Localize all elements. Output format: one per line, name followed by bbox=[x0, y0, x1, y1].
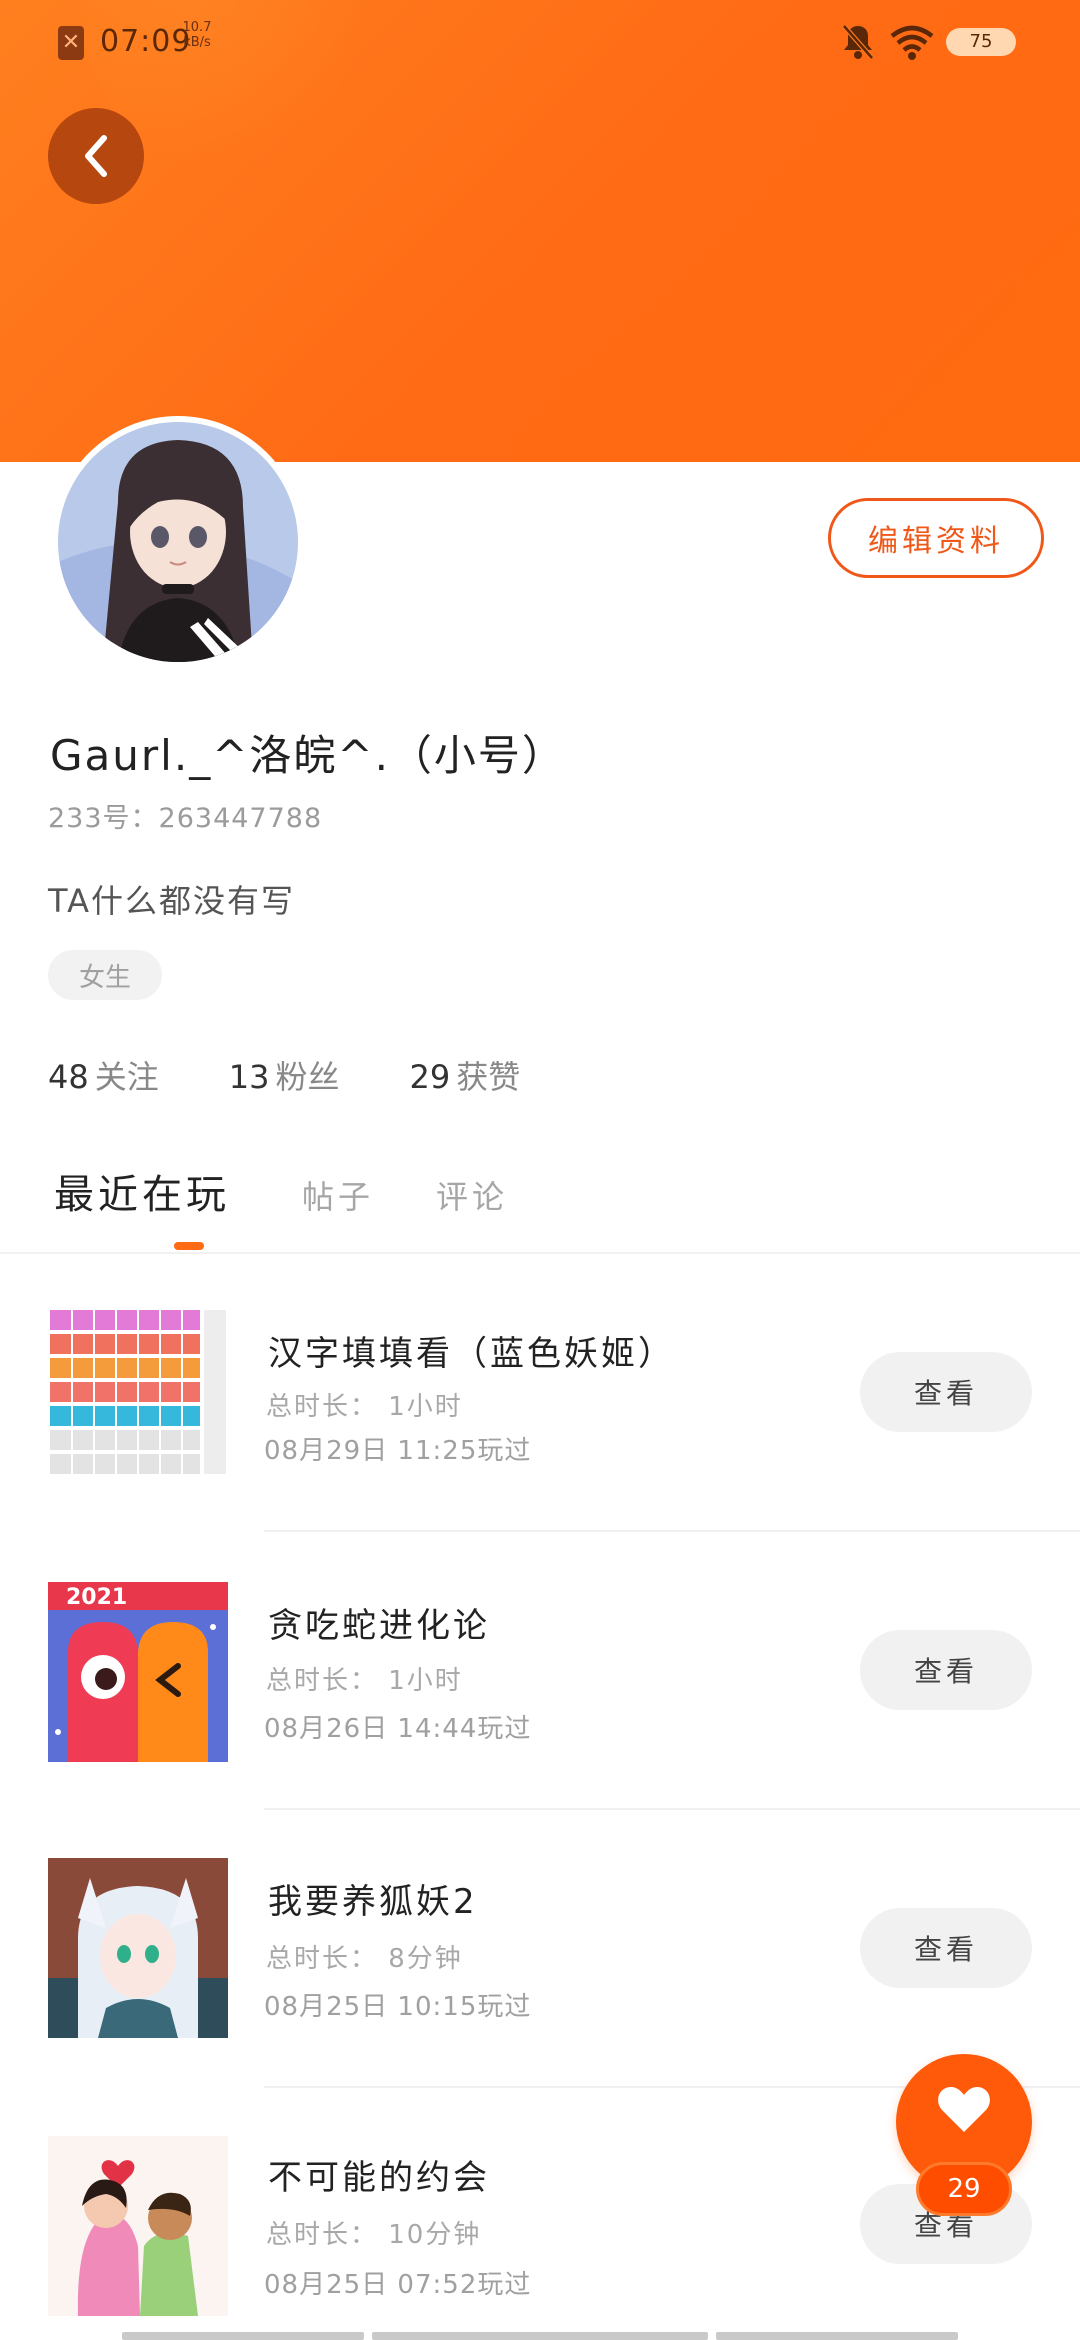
profile-tabs: 最近在玩 帖子 评论 bbox=[48, 1162, 1080, 1252]
game-last-played: 08月25日 10:15玩过 bbox=[264, 1992, 532, 2022]
game-last-played: 08月25日 07:52玩过 bbox=[264, 2270, 532, 2300]
network-speed-unit: kB/s bbox=[183, 35, 211, 50]
followers-label: 粉丝 bbox=[275, 1058, 340, 1096]
game-thumbnail bbox=[48, 1306, 228, 1486]
likes-stat[interactable]: 29 获赞 bbox=[409, 1052, 520, 1098]
wifi-icon bbox=[890, 25, 934, 60]
game-duration: 总时长： 1小时 bbox=[266, 1392, 463, 1422]
status-bar: ✕ 07:09 10.7 kB/s 75 bbox=[0, 0, 1080, 84]
back-button[interactable] bbox=[48, 108, 144, 204]
mute-bell-icon bbox=[842, 24, 874, 60]
view-button[interactable]: 查看 bbox=[860, 1908, 1032, 1988]
followers-stat[interactable]: 13 粉丝 bbox=[229, 1052, 340, 1098]
game-title: 汉字填填看（蓝色妖姬） bbox=[268, 1334, 675, 1374]
following-count: 48 bbox=[48, 1058, 89, 1096]
nav-bar-segment bbox=[122, 2332, 364, 2340]
game-title: 不可能的约会 bbox=[268, 2158, 490, 2198]
chevron-left-icon bbox=[85, 135, 107, 177]
bio: TA什么都没有写 bbox=[48, 882, 295, 920]
game-thumbnail bbox=[48, 1858, 228, 2038]
list-item[interactable]: 汉字填填看（蓝色妖姬） 总时长： 1小时 08月29日 11:25玩过 查看 bbox=[0, 1254, 1080, 1532]
tab-comments[interactable]: 评论 bbox=[436, 1172, 508, 1218]
list-item[interactable]: 我要养狐妖2 总时长： 8分钟 08月25日 10:15玩过 查看 bbox=[0, 1810, 1080, 2088]
notification-close-icon: ✕ bbox=[58, 26, 84, 60]
game-thumbnail bbox=[48, 2136, 228, 2316]
game-thumbnail: 2021 bbox=[48, 1582, 228, 1762]
view-button[interactable]: 查看 bbox=[860, 1352, 1032, 1432]
followers-count: 13 bbox=[228, 1058, 270, 1096]
username: Gaurl._^洛皖^.（小号） bbox=[50, 731, 566, 780]
svg-text:2021: 2021 bbox=[66, 1585, 127, 1610]
avatar[interactable] bbox=[52, 416, 304, 668]
heart-icon bbox=[938, 2087, 990, 2132]
game-title: 贪吃蛇进化论 bbox=[268, 1606, 490, 1646]
network-speed: 10.7 kB/s bbox=[180, 20, 214, 50]
edit-profile-button[interactable]: 编辑资料 bbox=[828, 498, 1044, 578]
nav-bar-segment bbox=[372, 2332, 708, 2340]
view-button[interactable]: 查看 bbox=[860, 1630, 1032, 1710]
system-navigation-bar bbox=[0, 2330, 1080, 2340]
network-speed-value: 10.7 bbox=[182, 20, 212, 35]
status-time: 07:09 bbox=[100, 24, 192, 59]
list-item[interactable]: 2021 贪吃蛇进化论 总时长： 1小时 08月26日 14:44玩过 查看 bbox=[0, 1532, 1080, 1810]
game-duration: 总时长： 1小时 bbox=[266, 1666, 463, 1696]
game-last-played: 08月26日 14:44玩过 bbox=[264, 1714, 532, 1744]
tab-posts[interactable]: 帖子 bbox=[302, 1172, 374, 1218]
game-duration: 总时长： 10分钟 bbox=[266, 2220, 482, 2250]
gender-tag: 女生 bbox=[48, 950, 162, 1000]
game-duration: 总时长： 8分钟 bbox=[266, 1944, 463, 1974]
like-count-badge: 29 bbox=[916, 2162, 1012, 2216]
likes-count: 29 bbox=[409, 1058, 451, 1096]
tab-active-indicator bbox=[174, 1242, 204, 1250]
battery-level: 75 bbox=[946, 28, 1016, 56]
avatar-image bbox=[58, 422, 298, 662]
following-stat[interactable]: 48 关注 bbox=[48, 1052, 159, 1098]
profile-stats: 48 关注 13 粉丝 29 获赞 bbox=[48, 1052, 520, 1098]
tab-recent-games[interactable]: 最近在玩 bbox=[54, 1162, 230, 1220]
following-label: 关注 bbox=[94, 1058, 159, 1096]
nav-bar-segment bbox=[716, 2332, 958, 2340]
user-id: 233号：263447788 bbox=[48, 803, 323, 834]
likes-label: 获赞 bbox=[456, 1058, 521, 1096]
game-title: 我要养狐妖2 bbox=[268, 1882, 478, 1922]
game-last-played: 08月29日 11:25玩过 bbox=[264, 1436, 532, 1466]
